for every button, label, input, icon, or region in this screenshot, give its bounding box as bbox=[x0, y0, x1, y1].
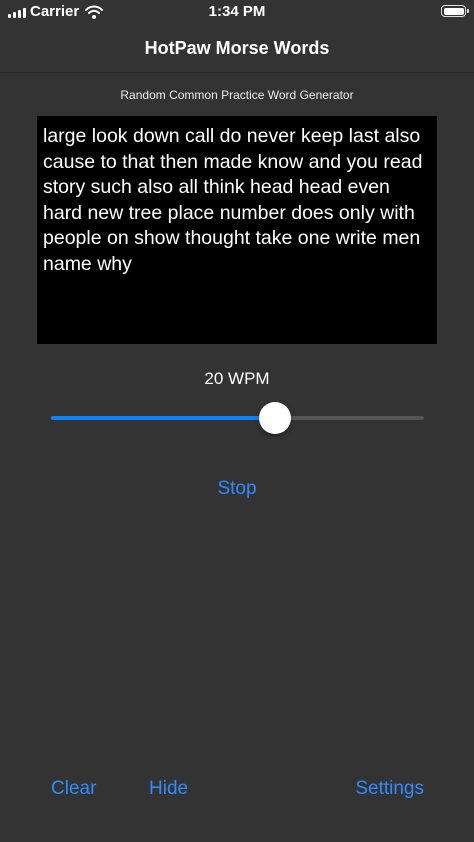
stop-button[interactable]: Stop bbox=[187, 478, 287, 500]
slider-thumb[interactable] bbox=[258, 402, 291, 434]
words-text-view[interactable]: large look down call do never keep last … bbox=[37, 116, 437, 344]
generator-subtitle: Random Common Practice Word Generator bbox=[120, 88, 354, 102]
hide-button[interactable]: Hide bbox=[149, 778, 188, 800]
wpm-label: 20 WPM bbox=[204, 369, 270, 388]
navigation-bar: HotPaw Morse Words bbox=[0, 24, 474, 73]
slider-fill bbox=[51, 416, 275, 420]
settings-button[interactable]: Settings bbox=[355, 778, 424, 800]
wpm-slider[interactable] bbox=[51, 402, 424, 434]
status-time: 1:34 PM bbox=[208, 3, 266, 20]
battery-icon bbox=[441, 5, 469, 17]
status-bar: Carrier 1:34 PM bbox=[0, 0, 474, 24]
clear-button[interactable]: Clear bbox=[51, 778, 96, 800]
page-title: HotPaw Morse Words bbox=[144, 38, 330, 58]
